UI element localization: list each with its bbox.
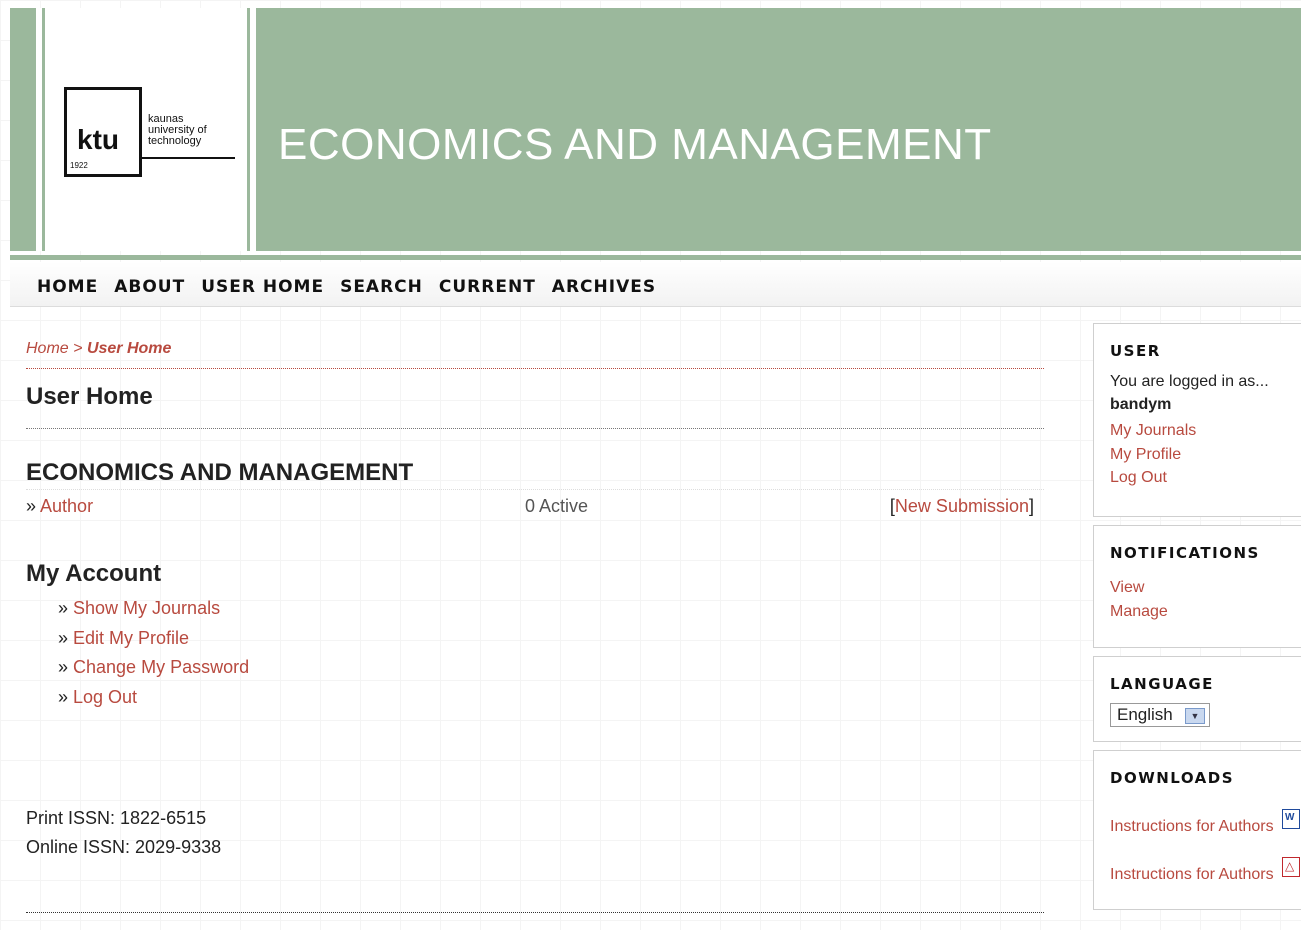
ktu-logo[interactable]: ktu 1922 — [64, 87, 142, 177]
nav-archives[interactable]: ARCHIVES — [552, 277, 656, 297]
my-account-list: » Show My Journals » Edit My Profile » C… — [58, 594, 1044, 712]
my-account-title: My Account — [26, 560, 162, 587]
role-entry: » Author — [26, 496, 93, 517]
list-item: » Edit My Profile — [58, 627, 190, 648]
issn-info: Print ISSN: 1822-6515 Online ISSN: 2029-… — [26, 804, 221, 862]
show-my-journals-link[interactable]: Show My Journals — [73, 598, 220, 618]
logo-text: kaunas university of technology — [148, 114, 207, 147]
sidebar: USER You are logged in as... bandym My J… — [1093, 323, 1301, 918]
username: bandym — [1110, 396, 1172, 413]
chevron-down-icon[interactable]: ▼ — [1185, 708, 1205, 724]
language-title: LANGUAGE — [1110, 675, 1214, 693]
download-item: Instructions for Authors — [1110, 809, 1301, 839]
new-submission: [New Submission] — [889, 496, 1034, 516]
logged-in-text: You are logged in as... — [1110, 373, 1269, 390]
download-instructions-word-link[interactable]: Instructions for Authors — [1110, 818, 1274, 835]
user-block: USER You are logged in as... bandym My J… — [1093, 323, 1301, 517]
list-item: » Log Out — [58, 686, 138, 707]
sidebar-my-journals-link[interactable]: My Journals — [1110, 419, 1301, 443]
active-count: 0 Active — [525, 496, 589, 516]
page-title: User Home — [26, 383, 1044, 429]
downloads-block: DOWNLOADS Instructions for Authors Instr… — [1093, 750, 1301, 910]
edit-my-profile-link[interactable]: Edit My Profile — [73, 628, 189, 648]
logo-panel: ktu 1922 kaunas university of technology — [32, 8, 256, 251]
pdf-doc-icon[interactable] — [1282, 856, 1300, 877]
header-stripe — [10, 255, 1301, 260]
online-issn: Online ISSN: 2029-9338 — [26, 837, 222, 857]
log-out-link[interactable]: Log Out — [73, 687, 137, 707]
role-bullet: » — [26, 496, 37, 516]
notifications-block: NOTIFICATIONS View Manage — [1093, 525, 1301, 648]
list-item: » Show My Journals — [58, 598, 221, 618]
author-link[interactable]: Author — [40, 496, 93, 516]
nav-home[interactable]: HOME — [37, 277, 98, 297]
user-block-title: USER — [1110, 342, 1161, 360]
main-content: Home > User Home User Home ECONOMICS AND… — [26, 340, 1044, 712]
sidebar-log-out-link[interactable]: Log Out — [1110, 466, 1301, 490]
notifications-view-link[interactable]: View — [1110, 576, 1301, 600]
change-password-link[interactable]: Change My Password — [73, 657, 249, 677]
print-issn: Print ISSN: 1822-6515 — [26, 808, 207, 828]
breadcrumb-separator: > — [73, 340, 83, 357]
logo-brand: ktu — [77, 124, 119, 155]
download-item: Instructions for Authors — [1110, 856, 1301, 887]
language-selected: English — [1117, 705, 1173, 724]
site-header: ktu 1922 kaunas university of technology… — [10, 8, 1301, 251]
list-item: » Change My Password — [58, 657, 250, 677]
sidebar-my-profile-link[interactable]: My Profile — [1110, 443, 1301, 467]
notifications-title: NOTIFICATIONS — [1110, 544, 1260, 562]
journal-title: ECONOMICS AND MANAGEMENT — [26, 459, 1044, 490]
main-navigation: HOME ABOUT USER HOME SEARCH CURRENT ARCH… — [10, 262, 1301, 307]
logo-underline — [139, 157, 235, 159]
language-select[interactable]: English ▼ — [1110, 703, 1210, 727]
nav-current[interactable]: CURRENT — [439, 277, 536, 297]
nav-search[interactable]: SEARCH — [340, 277, 423, 297]
logo-year: 1922 — [70, 161, 88, 170]
journal-header-title: ECONOMICS AND MANAGEMENT — [278, 120, 992, 169]
breadcrumb-home[interactable]: Home — [26, 340, 69, 357]
word-doc-icon[interactable] — [1282, 809, 1300, 829]
language-block: LANGUAGE English ▼ — [1093, 656, 1301, 742]
breadcrumb-current[interactable]: User Home — [87, 340, 171, 357]
breadcrumb: Home > User Home — [26, 340, 1044, 369]
new-submission-link[interactable]: New Submission — [895, 496, 1029, 516]
notifications-manage-link[interactable]: Manage — [1110, 600, 1301, 624]
role-row: » Author 0 Active [New Submission] — [26, 490, 1044, 520]
logo-line-3: technology — [148, 135, 202, 147]
download-instructions-pdf-link[interactable]: Instructions for Authors — [1110, 866, 1274, 883]
downloads-title: DOWNLOADS — [1110, 769, 1235, 787]
footer-divider — [26, 912, 1044, 913]
nav-about[interactable]: ABOUT — [114, 277, 185, 297]
nav-user-home[interactable]: USER HOME — [201, 277, 324, 297]
